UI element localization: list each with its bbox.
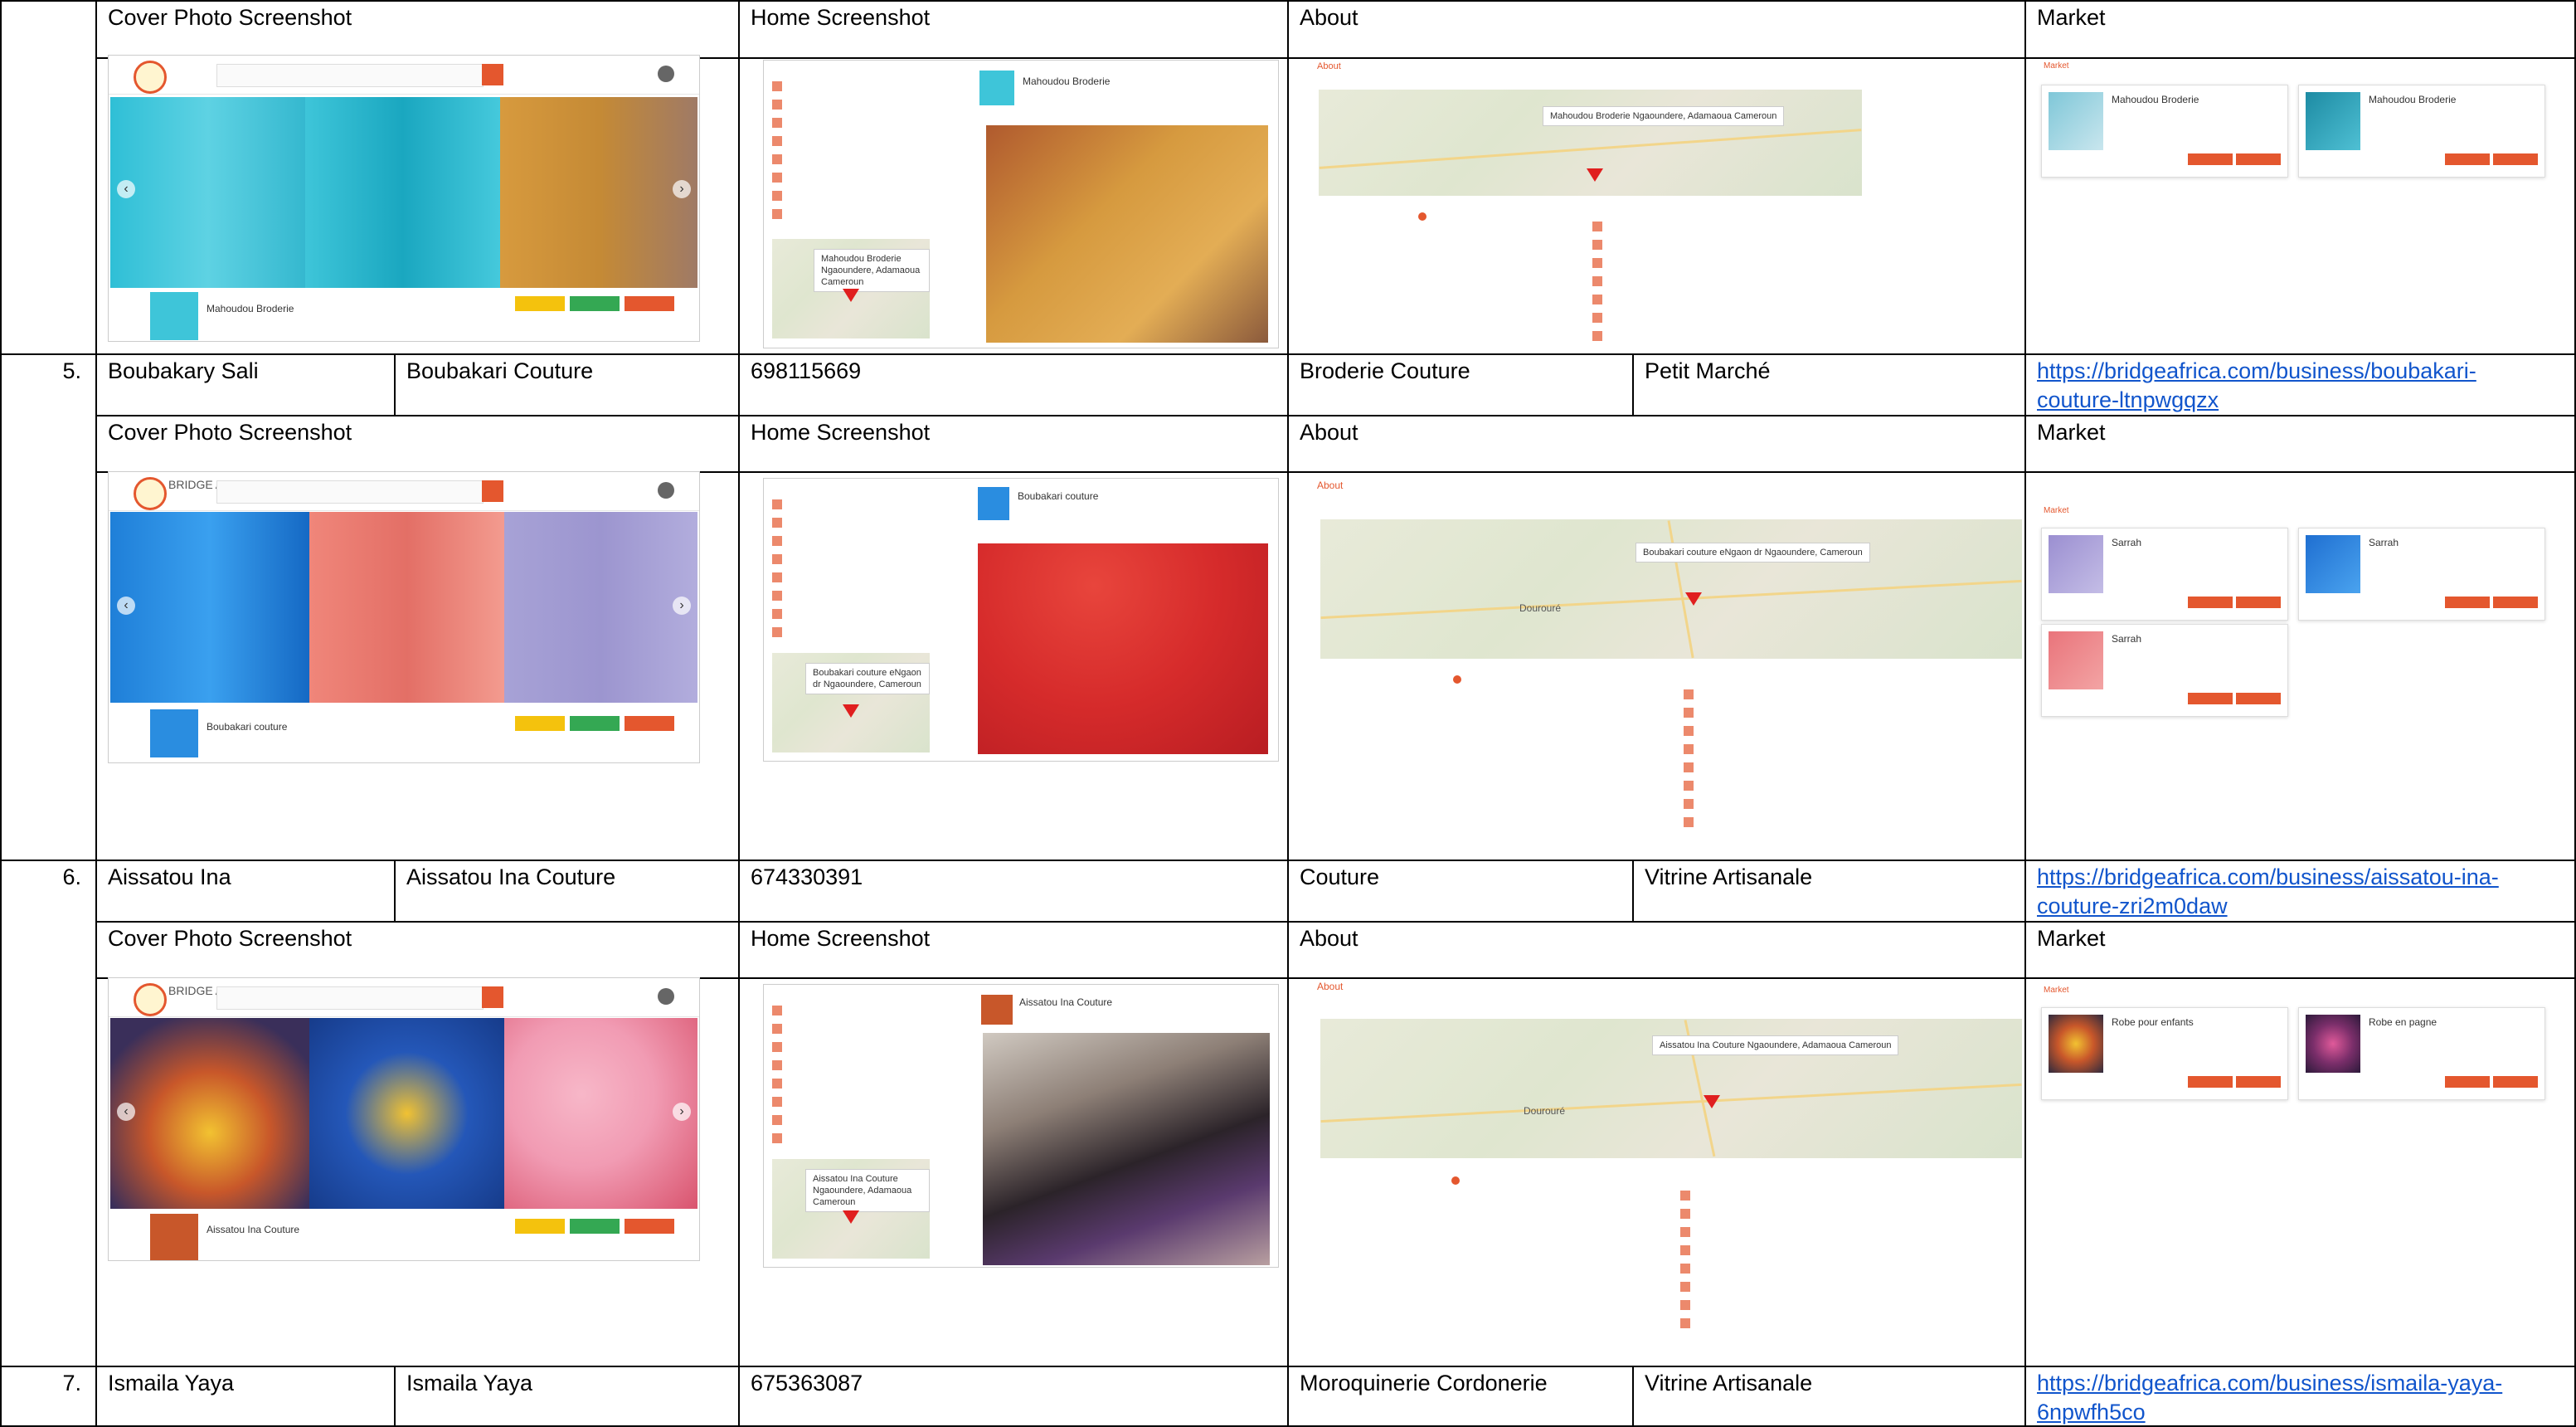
row-number: 6. [62,864,81,889]
owner-name: Aissatou Ina [108,864,231,889]
cover-screenshot: ‹ › Mahoudou Broderie [108,55,700,342]
message-button[interactable] [570,1219,620,1234]
network: Petit Marché [1645,358,1771,383]
header-market: Market [2037,5,2106,30]
header-cover: Cover Photo Screenshot [108,926,352,951]
header-market: Market [2037,420,2106,445]
category: Broderie Couture [1300,358,1470,383]
owner-name: Ismaila Yaya [108,1371,235,1395]
business-name: Ismaila Yaya [406,1371,533,1395]
home-screenshot: Mahoudou Broderie Ngaoundere, Adamaoua C… [763,60,1279,348]
category: Moroquinerie Cordonerie [1300,1371,1548,1395]
header-home: Home Screenshot [751,926,931,951]
avatar [658,988,674,1005]
row-number: 5. [62,358,81,383]
avatar [658,66,674,82]
header-home: Home Screenshot [751,420,931,445]
business-name: Mahoudou Broderie [207,303,294,314]
map-pin-icon [1587,168,1603,182]
cover-screenshot: BRIDGE AFRICA ‹ › Aissatou Ina Couture [108,977,700,1261]
map-pin-icon [1685,592,1702,606]
bridge-africa-logo-icon [134,61,167,94]
business-thumbnail [150,709,198,757]
about-screenshot: About Mahoudou Broderie Ngaoundere, Adam… [1310,60,1871,350]
message-button[interactable] [570,716,620,731]
direction-button[interactable] [625,1219,674,1234]
phone-number: 675363087 [751,1371,863,1395]
home-screenshot: Aissatou Ina Couture Ngaoundere, Adamaou… [763,984,1279,1268]
business-link[interactable]: https://bridgeafrica.com/business/ismail… [2037,1369,2551,1427]
market-screenshot: Market Robe pour enfants Robe en pagne [2037,981,2568,1147]
map-pin-icon [843,704,859,718]
market-screenshot: Market Mahoudou Broderie Mahoudou Broder… [2037,60,2568,184]
header-cover: Cover Photo Screenshot [108,5,352,30]
home-screenshot: Boubakari couture eNgaon dr Ngaoundere, … [763,478,1279,762]
phone-number: 674330391 [751,864,863,889]
header-cover: Cover Photo Screenshot [108,420,352,445]
chevron-left-icon: ‹ [117,597,135,615]
search-icon [482,986,503,1008]
about-screenshot: About Boubakari couture eNgaon dr Ngaoun… [1310,478,2024,853]
header-market: Market [2037,926,2106,951]
direction-button[interactable] [625,716,674,731]
row-number: 7. [62,1371,81,1395]
chevron-left-icon: ‹ [117,1103,135,1121]
product-card: Robe en pagne [2298,1007,2545,1100]
header-about: About [1300,420,1358,445]
chevron-right-icon: › [673,597,691,615]
business-thumbnail [150,1214,198,1260]
category: Couture [1300,864,1380,889]
business-link[interactable]: https://bridgeafrica.com/business/aissat… [2037,863,2551,921]
map-pin-icon [1704,1095,1720,1108]
business-thumbnail [150,292,198,340]
map-pin-icon [843,1210,859,1224]
product-card: Mahoudou Broderie [2041,85,2288,178]
header-home: Home Screenshot [751,5,931,30]
bridge-africa-logo-icon [134,983,167,1016]
product-card: Sarrah [2041,528,2288,621]
chevron-right-icon: › [673,180,691,198]
bridge-africa-logo-icon [134,477,167,510]
about-screenshot: About Aissatou Ina Couture Ngaoundere, A… [1310,979,2024,1357]
product-card: Sarrah [2041,624,2288,717]
community-button[interactable] [515,1219,565,1234]
map-pin-icon [843,289,859,302]
avatar [658,482,674,499]
owner-name: Boubakary Sali [108,358,259,383]
product-card: Mahoudou Broderie [2298,85,2545,178]
product-card: Sarrah [2298,528,2545,621]
community-button[interactable] [515,716,565,731]
product-card: Robe pour enfants [2041,1007,2288,1100]
business-name: Aissatou Ina Couture [406,864,616,889]
search-icon [482,64,503,85]
search-icon [482,480,503,502]
header-about: About [1300,926,1358,951]
market-screenshot: Market Sarrah Sarrah Sarrah [2037,498,2568,747]
business-link[interactable]: https://bridgeafrica.com/business/boubak… [2037,357,2551,415]
chevron-right-icon: › [673,1103,691,1121]
cover-screenshot: BRIDGE AFRICA ‹ › Boubakari couture [108,471,700,763]
phone-number: 698115669 [751,358,862,383]
network: Vitrine Artisanale [1645,864,1813,889]
chevron-left-icon: ‹ [117,180,135,198]
header-about: About [1300,5,1358,30]
business-name: Boubakari Couture [406,358,594,383]
network: Vitrine Artisanale [1645,1371,1813,1395]
